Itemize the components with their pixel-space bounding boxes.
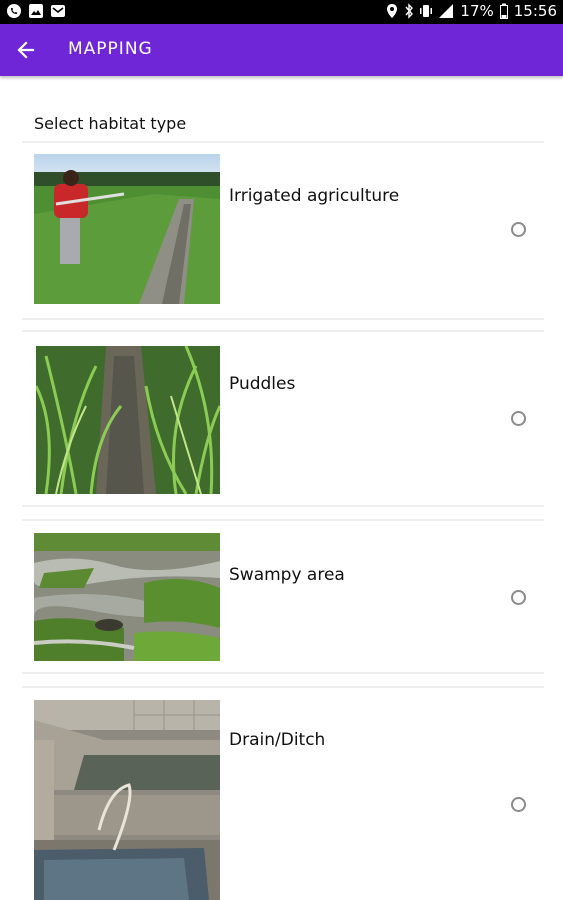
option-label: Swampy area xyxy=(229,565,345,585)
battery-icon xyxy=(499,3,508,19)
page-title: MAPPING xyxy=(68,39,153,59)
divider xyxy=(22,672,544,674)
habitat-option-drain-ditch[interactable]: Drain/Ditch xyxy=(22,690,544,900)
radio-irrigated-agriculture[interactable] xyxy=(511,222,526,237)
option-label: Irrigated agriculture xyxy=(229,186,400,206)
divider xyxy=(22,505,544,507)
signal-icon xyxy=(439,4,454,18)
puddles-photo xyxy=(36,346,220,494)
arrow-left-icon xyxy=(17,41,35,59)
radio-drain-ditch[interactable] xyxy=(511,797,526,812)
divider xyxy=(22,686,544,688)
option-label: Drain/Ditch xyxy=(229,730,326,750)
clock: 15:56 xyxy=(513,2,557,20)
whatsapp-icon xyxy=(7,4,21,18)
divider xyxy=(22,141,544,143)
option-label: Puddles xyxy=(229,374,296,394)
radio-puddles[interactable] xyxy=(511,411,526,426)
back-button[interactable] xyxy=(10,34,42,66)
divider xyxy=(22,318,544,320)
vibrate-icon xyxy=(420,5,433,17)
app-bar: MAPPING xyxy=(0,24,563,76)
status-bar: 17% 15:56 xyxy=(0,0,563,24)
bluetooth-icon xyxy=(405,3,414,19)
habitat-option-puddles[interactable]: Puddles xyxy=(22,334,544,502)
divider xyxy=(22,519,544,521)
notification-icons xyxy=(6,3,66,19)
habitat-option-irrigated-agriculture[interactable]: Irrigated agriculture xyxy=(22,148,544,316)
battery-percent: 17% xyxy=(460,2,494,20)
system-status: 17% 15:56 xyxy=(386,2,557,20)
radio-swampy-area[interactable] xyxy=(511,590,526,605)
habitat-option-swampy-area[interactable]: Swampy area xyxy=(22,523,544,673)
location-icon xyxy=(387,4,398,18)
irrigated-agriculture-photo xyxy=(34,154,220,304)
swampy-area-photo xyxy=(34,533,220,661)
image-icon xyxy=(29,4,43,18)
habitat-prompt: Select habitat type xyxy=(34,114,187,133)
drain-ditch-photo xyxy=(34,700,220,900)
gmail-icon xyxy=(51,5,65,17)
divider xyxy=(22,330,544,332)
